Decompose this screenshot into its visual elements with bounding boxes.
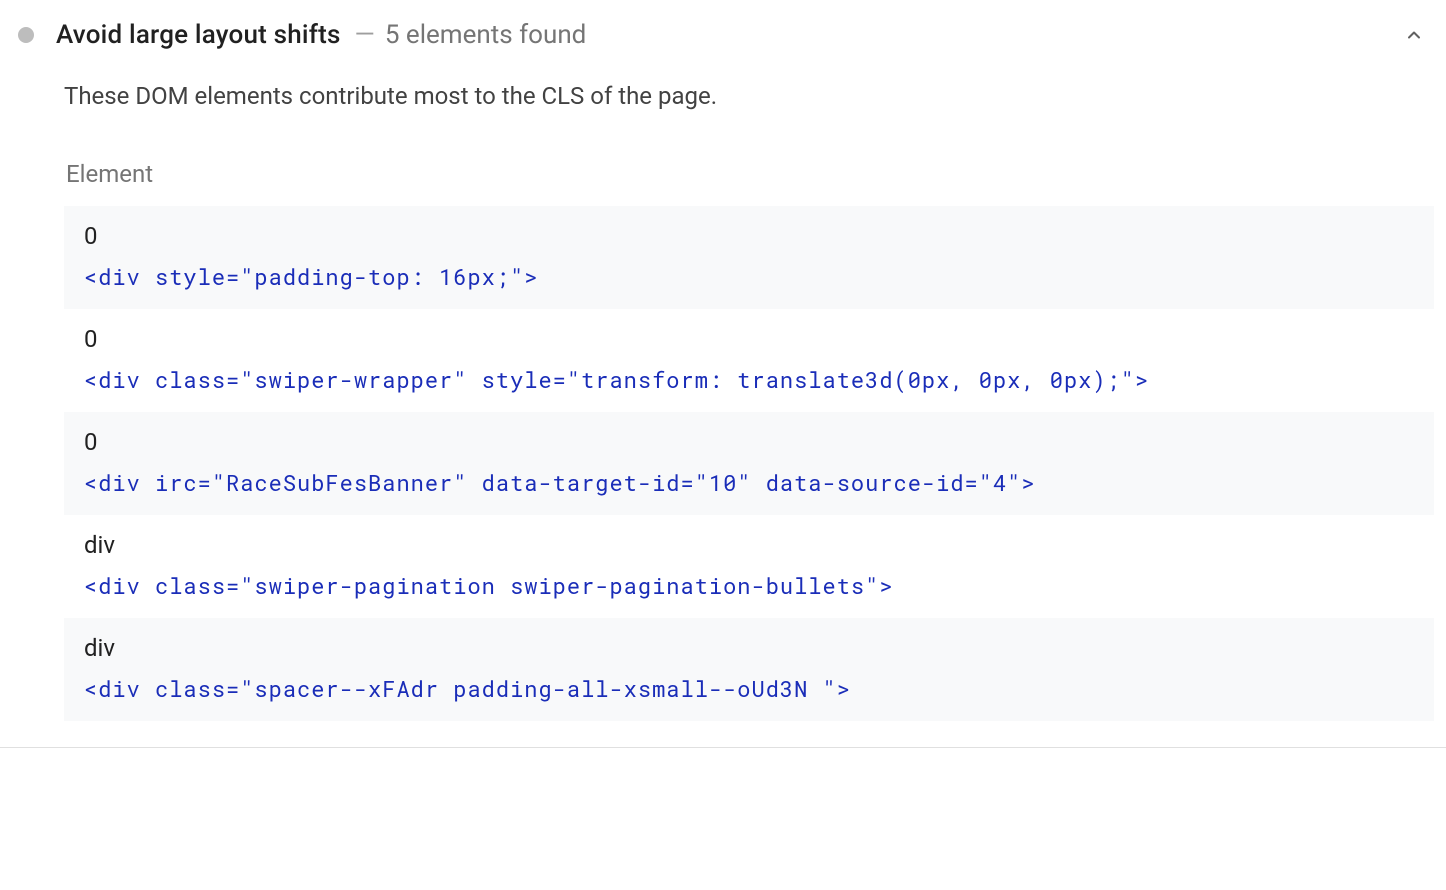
divider <box>0 747 1446 748</box>
element-label: 0 <box>84 325 1414 353</box>
column-header: Element <box>66 160 1434 188</box>
audit-item: Avoid large layout shifts — 5 elements f… <box>0 0 1446 721</box>
element-snippet: <div style="padding-top: 16px;"> <box>84 262 1414 291</box>
element-label: div <box>84 531 1414 559</box>
audit-description: These DOM elements contribute most to th… <box>64 82 1434 110</box>
audit-body: These DOM elements contribute most to th… <box>12 82 1434 721</box>
element-snippet: <div class="swiper-pagination swiper-pag… <box>84 571 1414 600</box>
element-list: 0 <div style="padding-top: 16px;"> 0 <di… <box>64 206 1434 721</box>
status-bullet-icon <box>18 27 34 43</box>
element-label: 0 <box>84 222 1414 250</box>
title-separator: — <box>355 20 375 50</box>
chevron-up-icon[interactable] <box>1400 21 1428 49</box>
element-label: 0 <box>84 428 1414 456</box>
audit-subtitle: 5 elements found <box>385 20 1400 50</box>
element-row: div <div class="swiper-pagination swiper… <box>64 515 1434 618</box>
element-row: 0 <div class="swiper-wrapper" style="tra… <box>64 309 1434 412</box>
element-label: div <box>84 634 1414 662</box>
element-row: 0 <div irc="RaceSubFesBanner" data-targe… <box>64 412 1434 515</box>
audit-header[interactable]: Avoid large layout shifts — 5 elements f… <box>12 12 1434 70</box>
element-row: 0 <div style="padding-top: 16px;"> <box>64 206 1434 309</box>
element-snippet: <div class="spacer--xFAdr padding-all-xs… <box>84 674 1414 703</box>
audit-title: Avoid large layout shifts <box>56 20 341 50</box>
element-row: div <div class="spacer--xFAdr padding-al… <box>64 618 1434 721</box>
element-snippet: <div class="swiper-wrapper" style="trans… <box>84 365 1414 394</box>
element-snippet: <div irc="RaceSubFesBanner" data-target-… <box>84 468 1414 497</box>
